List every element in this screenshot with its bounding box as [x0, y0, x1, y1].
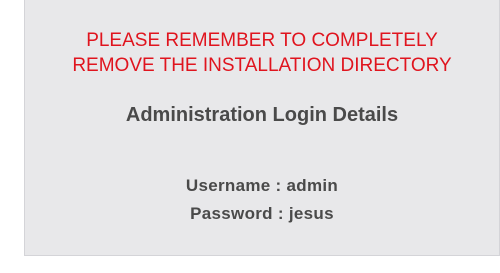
admin-username: Username : admin [185, 176, 339, 195]
admin-password: Password : jesus [190, 204, 334, 223]
install-complete-panel: PLEASE REMEMBER TO COMPLETELY REMOVE THE… [24, 0, 500, 256]
admin-login-details-heading: Administration Login Details [125, 104, 399, 126]
remove-install-warning-line-1: PLEASE REMEMBER TO COMPLETELY [86, 30, 438, 51]
remove-install-warning-line-2: REMOVE THE INSTALLATION DIRECTORY [72, 55, 452, 76]
